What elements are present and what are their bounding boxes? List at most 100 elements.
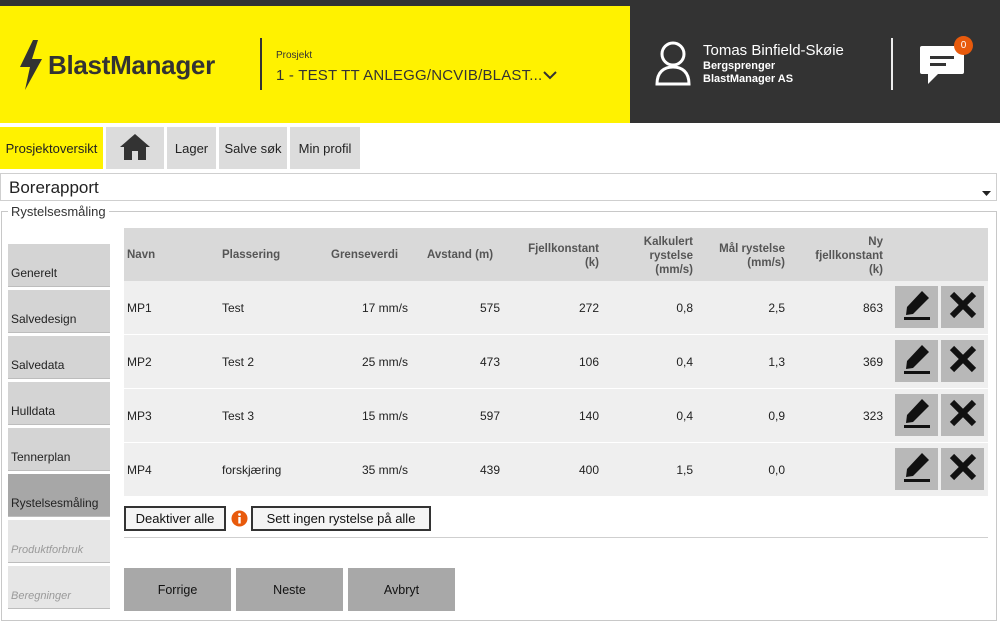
project-label: Prosjekt <box>276 50 313 61</box>
sidebar-item-tennerplan[interactable]: Tennerplan <box>8 428 110 471</box>
cell-navn: MP3 <box>127 409 152 423</box>
sidebar-item-rystelsesmaling[interactable]: Rystelsesmåling <box>8 474 110 517</box>
col-header-navn: Navn <box>127 249 156 261</box>
report-selector[interactable]: Borerapport <box>0 173 997 201</box>
pencil-icon <box>902 397 932 434</box>
cell-maal: 2,5 <box>768 301 785 315</box>
home-icon <box>118 132 152 165</box>
close-icon <box>948 398 978 433</box>
lightning-bolt-icon <box>18 40 44 90</box>
header-line: rystelse <box>649 250 693 262</box>
cell-maal: 1,3 <box>768 355 785 369</box>
cell-avstand: 439 <box>479 463 500 477</box>
user-avatar-icon[interactable] <box>654 40 692 91</box>
sidebar-item-generelt[interactable]: Generelt <box>8 244 110 287</box>
cell-fjellkonstant: 140 <box>578 409 599 423</box>
col-header-ny-fjellkonstant: Ny fjellkonstant (k) <box>784 235 883 277</box>
sidebar-item-label: Beregninger <box>11 590 71 602</box>
delete-button[interactable] <box>941 340 984 382</box>
sidebar-item-label: Salvedesign <box>11 312 77 326</box>
cell-grenseverdi: 25 mm/s <box>361 355 408 369</box>
close-icon <box>948 344 978 379</box>
header-line: Ny <box>868 236 883 248</box>
next-button[interactable]: Neste <box>236 568 343 611</box>
table-row: MP2 Test 2 25 mm/s 473 106 0,4 1,3 369 <box>124 335 988 389</box>
sidebar-item-beregninger: Beregninger <box>8 566 110 609</box>
measurement-table: Navn Plassering Grenseverdi Avstand (m) … <box>124 228 988 497</box>
deactivate-all-button[interactable]: Deaktiver alle <box>124 506 226 531</box>
project-selector[interactable]: 1 - TEST TT ANLEGG/NCVIB/BLAST... <box>276 67 542 84</box>
cell-grenseverdi: 15 mm/s <box>361 409 408 423</box>
cell-kalkulert: 0,4 <box>676 409 693 423</box>
edit-button[interactable] <box>895 448 938 490</box>
table-row: MP4 forskjæring 35 mm/s 439 400 1,5 0,0 <box>124 443 988 497</box>
cell-plassering: Test 2 <box>222 355 255 369</box>
delete-button[interactable] <box>941 286 984 328</box>
header-line: (k) <box>584 257 599 269</box>
header-line: Fjellkonstant <box>528 243 599 255</box>
notification-badge: 0 <box>954 36 973 55</box>
info-icon[interactable] <box>231 510 248 532</box>
delete-button[interactable] <box>941 394 984 436</box>
sidebar-item-salvedata[interactable]: Salvedata <box>8 336 110 379</box>
pencil-icon <box>902 451 932 488</box>
sidebar-item-salvedesign[interactable]: Salvedesign <box>8 290 110 333</box>
cell-ny-fjellkonstant: 369 <box>862 355 883 369</box>
sidebar-item-produktforbruk: Produktforbruk <box>8 520 110 563</box>
tab-salve-sok[interactable]: Salve søk <box>219 127 287 169</box>
table-row: MP3 Test 3 15 mm/s 597 140 0,4 0,9 323 <box>124 389 988 443</box>
edit-button[interactable] <box>895 340 938 382</box>
user-name[interactable]: Tomas Binfield-Skøie <box>703 42 844 59</box>
cell-plassering: forskjæring <box>222 463 282 477</box>
sidebar-item-label: Produktforbruk <box>11 544 84 556</box>
divider <box>124 537 988 538</box>
cell-avstand: 597 <box>479 409 500 423</box>
tab-label: Prosjektoversikt <box>5 140 98 156</box>
sidebar-item-hulldata[interactable]: Hulldata <box>8 382 110 425</box>
tab-home[interactable] <box>106 127 164 169</box>
cell-grenseverdi: 35 mm/s <box>361 463 408 477</box>
header-line: (mm/s) <box>747 257 785 269</box>
col-header-maal: Mål rystelse (mm/s) <box>686 242 785 270</box>
tab-min-profil[interactable]: Min profil <box>290 127 360 169</box>
caret-down-icon <box>982 184 991 202</box>
sidebar-item-label: Salvedata <box>11 358 65 372</box>
cell-navn: MP1 <box>127 301 152 315</box>
cell-ny-fjellkonstant: 863 <box>862 301 883 315</box>
cell-navn: MP2 <box>127 355 152 369</box>
cancel-button[interactable]: Avbryt <box>348 568 455 611</box>
previous-button[interactable]: Forrige <box>124 568 231 611</box>
user-company: BlastManager AS <box>703 73 794 85</box>
cell-fjellkonstant: 400 <box>578 463 599 477</box>
col-header-kalkulert: Kalkulert rystelse (mm/s) <box>594 235 693 277</box>
pencil-icon <box>902 289 932 326</box>
header-line: (k) <box>868 264 883 276</box>
col-header-grenseverdi: Grenseverdi <box>331 249 399 261</box>
pencil-icon <box>902 343 932 380</box>
header-line: Mål rystelse <box>719 243 785 255</box>
header-line: (mm/s) <box>655 264 693 276</box>
cell-fjellkonstant: 106 <box>578 355 599 369</box>
user-role: Bergsprenger <box>703 60 776 72</box>
tab-lager[interactable]: Lager <box>167 127 216 169</box>
tab-label: Salve søk <box>224 140 282 156</box>
tab-prosjektoversikt[interactable]: Prosjektoversikt <box>0 127 103 169</box>
sidebar-item-label: Rystelsesmåling <box>11 496 99 510</box>
cell-grenseverdi: 17 mm/s <box>361 301 408 315</box>
delete-button[interactable] <box>941 448 984 490</box>
tab-label: Lager <box>174 140 209 156</box>
header-divider <box>260 38 262 90</box>
cell-avstand: 575 <box>479 301 500 315</box>
edit-button[interactable] <box>895 286 938 328</box>
set-no-vibration-button[interactable]: Sett ingen rystelse på alle <box>251 506 431 531</box>
cell-plassering: Test <box>222 301 245 315</box>
cell-avstand: 473 <box>479 355 500 369</box>
close-icon <box>948 290 978 325</box>
chevron-down-icon[interactable] <box>542 68 558 86</box>
col-header-fjellkonstant: Fjellkonstant (k) <box>500 242 599 270</box>
col-header-plassering: Plassering <box>222 249 281 261</box>
app-logo[interactable]: BlastManager <box>18 40 215 90</box>
close-icon <box>948 452 978 487</box>
edit-button[interactable] <box>895 394 938 436</box>
logo-text: BlastManager <box>48 49 215 80</box>
